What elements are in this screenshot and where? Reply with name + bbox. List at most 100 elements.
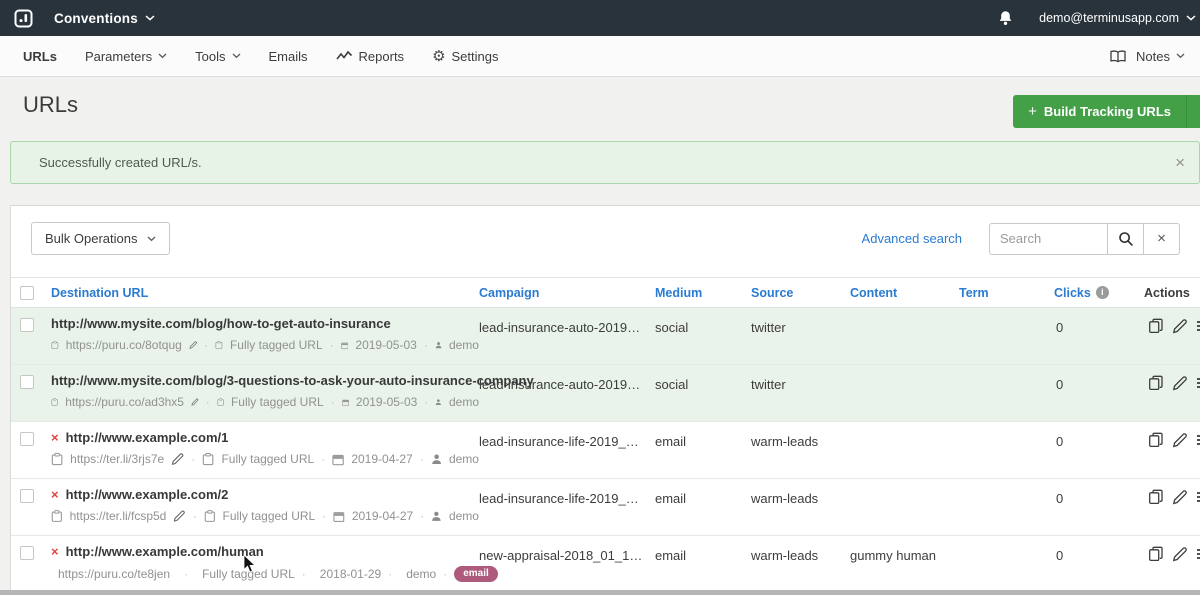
- destination-url[interactable]: http://www.mysite.com/blog/3-questions-t…: [51, 373, 534, 388]
- build-tracking-urls-button[interactable]: + Build Tracking URLs: [1013, 95, 1186, 128]
- info-icon[interactable]: i: [1096, 286, 1109, 299]
- row-checkbox[interactable]: [20, 546, 34, 560]
- edit-icon[interactable]: [1172, 546, 1188, 591]
- col-source[interactable]: Source: [751, 286, 850, 300]
- invalid-url-icon: ×: [51, 488, 59, 501]
- cell-clicks: 0: [1054, 422, 1144, 478]
- copy-icon[interactable]: [1148, 318, 1164, 364]
- edit-short-url-icon[interactable]: [189, 338, 197, 352]
- calendar-icon: [341, 339, 349, 352]
- build-dropdown-toggle[interactable]: [1186, 95, 1200, 128]
- short-url[interactable]: https://ter.li/3rjs7e: [70, 452, 164, 466]
- destination-url[interactable]: http://www.example.com/2: [66, 487, 229, 502]
- short-url[interactable]: https://puru.co/ad3hx5: [65, 395, 184, 409]
- cell-term: [959, 308, 1054, 364]
- terminus-logo-icon[interactable]: [14, 9, 33, 28]
- short-url[interactable]: https://puru.co/8otqug: [66, 338, 182, 352]
- cell-medium: social: [655, 308, 751, 364]
- search-icon: [1118, 231, 1134, 247]
- copy-icon[interactable]: [1148, 489, 1164, 535]
- col-content[interactable]: Content: [850, 286, 959, 300]
- created-by: demo: [449, 338, 479, 352]
- table-row: http://www.mysite.com/blog/how-to-get-au…: [11, 308, 1200, 365]
- short-url[interactable]: https://ter.li/fcsp5d: [70, 509, 167, 523]
- clipboard-icon[interactable]: [51, 338, 59, 352]
- col-term[interactable]: Term: [959, 286, 1054, 300]
- col-clicks[interactable]: Clicks i: [1054, 286, 1144, 300]
- row-menu-icon[interactable]: [1196, 546, 1200, 591]
- chevron-down-icon: [158, 53, 167, 59]
- trend-icon: [336, 50, 353, 62]
- clipboard-icon[interactable]: [51, 452, 63, 466]
- chevron-down-icon: [1186, 15, 1196, 21]
- clear-search-button[interactable]: ×: [1144, 223, 1180, 255]
- row-checkbox[interactable]: [20, 318, 34, 332]
- tab-reports[interactable]: Reports: [336, 49, 405, 64]
- bell-icon[interactable]: [998, 10, 1013, 26]
- user-menu[interactable]: demo@terminusapp.com: [1039, 11, 1196, 25]
- row-checkbox[interactable]: [20, 432, 34, 446]
- cell-term: [959, 422, 1054, 478]
- copy-icon[interactable]: [1148, 546, 1164, 591]
- clipboard-icon[interactable]: [51, 509, 63, 523]
- edit-short-url-icon[interactable]: [191, 395, 199, 409]
- success-alert: Successfully created URL/s. ×: [10, 141, 1200, 184]
- row-checkbox[interactable]: [20, 489, 34, 503]
- notes-menu[interactable]: Notes: [1109, 49, 1185, 64]
- row-menu-icon[interactable]: [1196, 489, 1200, 535]
- chevron-down-icon: [232, 53, 241, 59]
- cell-content: [850, 365, 959, 421]
- edit-short-url-icon[interactable]: [173, 509, 186, 523]
- row-menu-icon[interactable]: [1196, 318, 1200, 364]
- edit-short-url-icon[interactable]: [171, 452, 184, 466]
- tab-settings[interactable]: ⚙ Settings: [432, 49, 498, 64]
- build-tracking-urls-split-button: + Build Tracking URLs: [1013, 95, 1200, 128]
- col-actions: Actions: [1144, 286, 1200, 300]
- tab-urls[interactable]: URLs: [23, 49, 57, 64]
- separator: ·: [193, 509, 197, 523]
- row-menu-icon[interactable]: [1196, 375, 1200, 421]
- cell-clicks: 0: [1054, 308, 1144, 364]
- invalid-url-icon: ×: [51, 545, 59, 558]
- cell-term: [959, 365, 1054, 421]
- search-button[interactable]: [1108, 223, 1144, 255]
- select-all-checkbox[interactable]: [20, 286, 34, 300]
- chevron-down-icon: [1176, 53, 1185, 59]
- separator: ·: [322, 509, 326, 523]
- edit-icon[interactable]: [1172, 318, 1188, 364]
- col-medium[interactable]: Medium: [655, 286, 751, 300]
- col-campaign[interactable]: Campaign: [479, 286, 655, 300]
- row-checkbox[interactable]: [20, 375, 34, 389]
- cell-medium: social: [655, 365, 751, 421]
- close-icon: ×: [1157, 230, 1166, 247]
- short-url[interactable]: https://puru.co/te8jen: [58, 567, 170, 581]
- copy-icon[interactable]: [1148, 375, 1164, 421]
- destination-url[interactable]: http://www.mysite.com/blog/how-to-get-au…: [51, 316, 391, 331]
- conventions-menu[interactable]: Conventions: [54, 11, 138, 26]
- tab-parameters[interactable]: Parameters: [85, 49, 167, 64]
- bulk-operations-button[interactable]: Bulk Operations: [31, 222, 170, 255]
- clipboard-icon: [204, 509, 216, 523]
- table-row: × http://www.example.com/human https://p…: [11, 536, 1200, 591]
- cell-term: [959, 479, 1054, 535]
- advanced-search-link[interactable]: Advanced search: [862, 231, 962, 246]
- search-input[interactable]: [989, 223, 1108, 255]
- edit-icon[interactable]: [1172, 375, 1188, 421]
- created-date: 2019-05-03: [356, 395, 417, 409]
- tag-status: Fully tagged URL: [202, 567, 295, 581]
- edit-icon[interactable]: [1172, 432, 1188, 478]
- col-destination-url[interactable]: Destination URL: [51, 286, 479, 300]
- tab-tools[interactable]: Tools: [195, 49, 240, 64]
- destination-url[interactable]: http://www.example.com/human: [66, 544, 264, 559]
- cell-source: warm-leads: [751, 422, 850, 478]
- edit-icon[interactable]: [1172, 489, 1188, 535]
- clipboard-icon[interactable]: [51, 395, 58, 409]
- invalid-url-icon: ×: [51, 431, 59, 444]
- row-menu-icon[interactable]: [1196, 432, 1200, 478]
- cell-source: twitter: [751, 308, 850, 364]
- cell-source: twitter: [751, 365, 850, 421]
- alert-close-icon[interactable]: ×: [1175, 154, 1185, 171]
- destination-url[interactable]: http://www.example.com/1: [66, 430, 229, 445]
- copy-icon[interactable]: [1148, 432, 1164, 478]
- tab-emails[interactable]: Emails: [269, 49, 308, 64]
